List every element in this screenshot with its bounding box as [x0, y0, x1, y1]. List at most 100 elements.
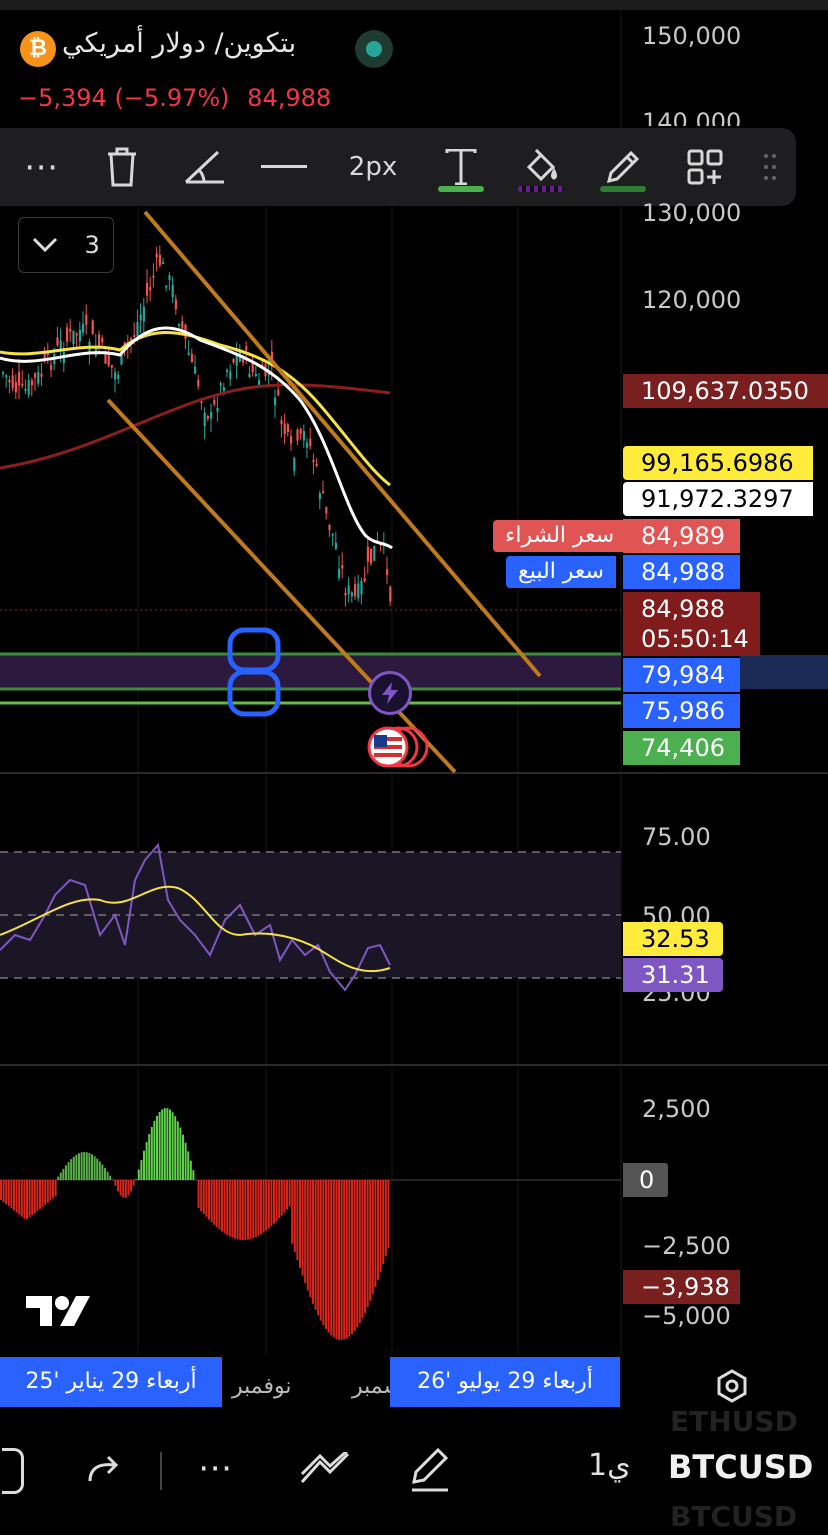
more-button[interactable]: ⋯: [14, 128, 70, 206]
macd-bar: [44, 1180, 47, 1205]
macd-bar: [145, 1142, 148, 1180]
indicators-toggle[interactable]: 3: [18, 217, 114, 273]
price-tick: 140,000: [642, 108, 742, 126]
macd-bar: [332, 1180, 335, 1338]
macd-bar: [304, 1180, 307, 1284]
fill-bucket-icon[interactable]: [514, 128, 568, 206]
candle-body: [27, 380, 30, 395]
macd-bar: [218, 1180, 221, 1230]
market-status-icon: [355, 30, 393, 68]
candle-body: [142, 306, 145, 322]
line-style-icon[interactable]: [258, 128, 310, 206]
price-tick: 130,000: [642, 199, 742, 227]
candle-body: [290, 436, 293, 444]
macd-bar: [327, 1180, 330, 1333]
candle-body: [8, 379, 11, 383]
change-value: −5,394 (−5.97%): [18, 84, 230, 112]
macd-bar: [166, 1108, 169, 1180]
macd-bar: [228, 1180, 231, 1237]
macd-bar: [301, 1180, 304, 1276]
trash-icon[interactable]: [96, 128, 148, 206]
price-change: −5,394 (−5.97%) 84,988: [18, 84, 331, 112]
candle-body: [248, 373, 251, 378]
us-flag-event-icon[interactable]: [366, 724, 430, 770]
candle-body: [322, 491, 325, 494]
macd-bar: [299, 1180, 301, 1268]
top-edge: [0, 0, 828, 10]
candle-body: [347, 585, 350, 595]
x-axis-crosshair-date: أربعاء 29 يوليو '26: [390, 1357, 620, 1407]
candle-body: [158, 254, 161, 266]
macd-bar: [65, 1165, 67, 1180]
macd-bar: [330, 1180, 333, 1336]
macd-bar: [288, 1180, 291, 1207]
macd-zero-tag: 0: [623, 1163, 668, 1197]
bid-label: سعر البيع: [506, 556, 616, 588]
macd-bar: [184, 1142, 187, 1180]
macd-bar: [98, 1161, 101, 1180]
macd-bar: [286, 1180, 288, 1210]
ma-white-tag: 91,972.3297: [623, 482, 813, 516]
drag-handle-icon[interactable]: [752, 128, 788, 206]
zone-band-axis: [740, 655, 828, 689]
indicator-count: 3: [84, 231, 100, 259]
line-width-button[interactable]: 2px: [340, 128, 406, 206]
candle-body: [258, 379, 261, 385]
candle-body: [331, 533, 334, 536]
macd-bar: [382, 1180, 385, 1265]
macd-bar: [234, 1180, 236, 1239]
ghost-symbol-below: BTCUSD: [670, 1500, 798, 1533]
symbol-title[interactable]: بتكوين/ دولار أمريكي: [62, 28, 296, 59]
symbol-button[interactable]: BTCUSD: [668, 1448, 813, 1486]
candle-body: [40, 373, 43, 377]
text-annotation-eight[interactable]: [224, 626, 284, 718]
candle-body: [75, 333, 78, 336]
drawing-toolbar: ⋯ 2px: [0, 128, 796, 206]
macd-bar: [208, 1180, 210, 1220]
macd-bar: [314, 1180, 317, 1310]
macd-bar: [312, 1180, 314, 1304]
candle-body: [136, 322, 139, 337]
candle-countdown: 05:50:14: [641, 625, 749, 653]
macd-bar: [369, 1180, 372, 1301]
macd-bar: [379, 1180, 382, 1273]
candle-body: [107, 352, 110, 366]
macd-bar: [39, 1180, 41, 1209]
macd-bar: [5, 1180, 8, 1205]
redo-icon[interactable]: [86, 1453, 122, 1491]
ma-200-tag: 109,637.0350: [623, 374, 828, 408]
candle-body: [178, 324, 181, 327]
pen-icon[interactable]: [408, 1446, 452, 1498]
interval-button[interactable]: 1ي: [588, 1448, 631, 1483]
lightning-event-icon[interactable]: [368, 671, 412, 715]
candle-body: [110, 364, 113, 368]
candle-body: [152, 275, 155, 278]
pencil-icon[interactable]: [596, 128, 650, 206]
candle-body: [24, 388, 27, 391]
macd-bar: [67, 1162, 70, 1180]
bottom-divider: [160, 1452, 162, 1490]
grid-plus-icon[interactable]: [680, 128, 730, 206]
macd-bar: [171, 1112, 174, 1180]
angle-icon[interactable]: [176, 128, 232, 206]
bottom-more-button[interactable]: ⋯: [198, 1448, 235, 1488]
rsi-pane: [0, 842, 621, 992]
macd-bar: [122, 1180, 125, 1198]
candle-body: [354, 584, 357, 597]
macd-bar: [325, 1180, 327, 1330]
macd-bar: [267, 1180, 270, 1229]
macd-bar: [15, 1180, 18, 1213]
macd-bar: [202, 1180, 205, 1214]
candle-body: [197, 379, 200, 387]
candle-body: [293, 457, 296, 472]
macd-bar: [54, 1180, 57, 1197]
macd-bar: [348, 1180, 351, 1337]
hexagon-settings-icon[interactable]: [714, 1368, 750, 1404]
screen-edge-icon[interactable]: [2, 1448, 24, 1494]
drawings-icon[interactable]: [300, 1448, 352, 1490]
channel-upper-line: [143, 210, 542, 678]
candle-body: [229, 371, 232, 379]
text-color-button[interactable]: [434, 128, 488, 206]
candle-body: [104, 352, 107, 364]
macd-tick: −2,500: [642, 1232, 731, 1260]
